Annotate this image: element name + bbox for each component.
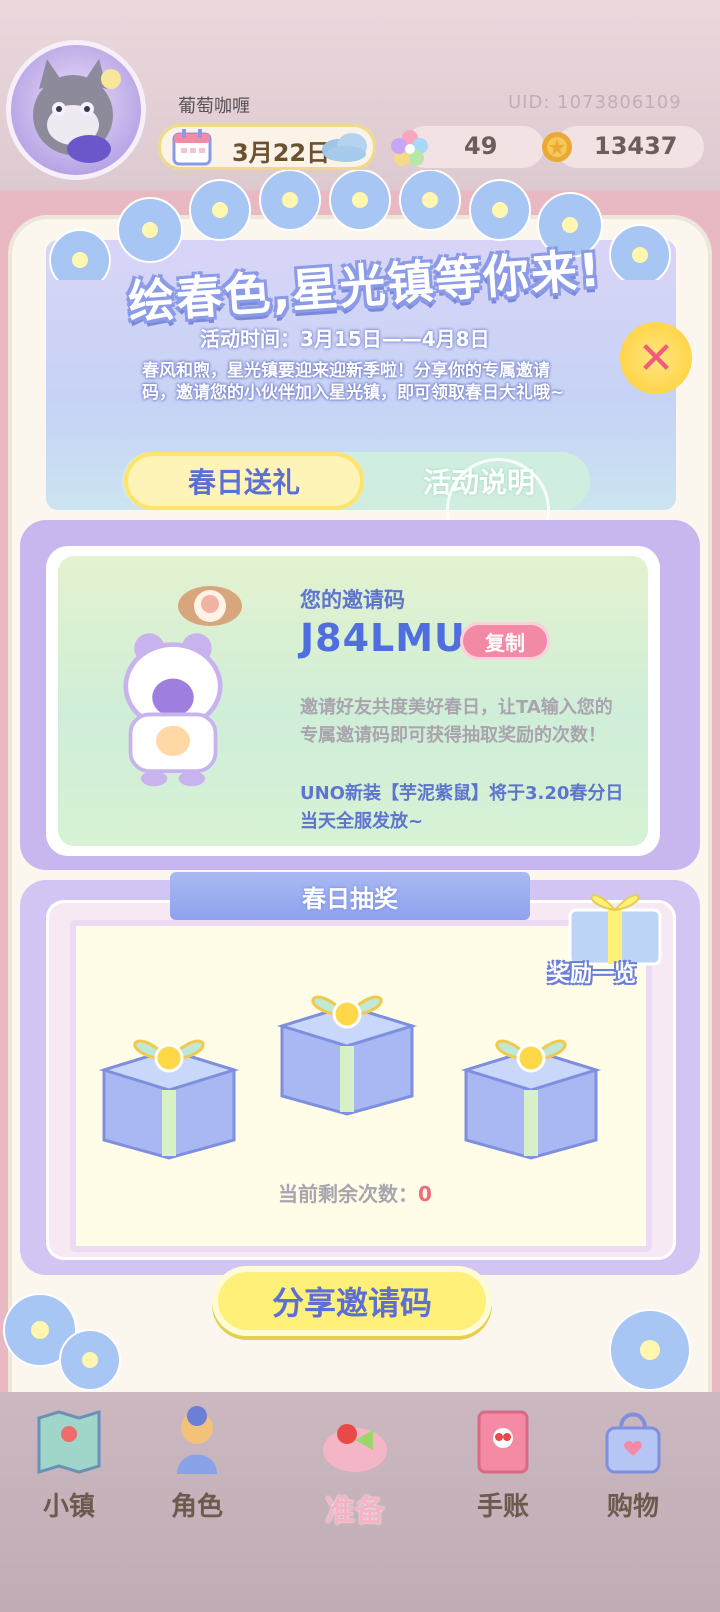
invite-code-label: 您的邀请码 [300, 588, 405, 612]
nav-character-label: 角色 [170, 1492, 223, 1522]
remaining-count: 0 [418, 1182, 432, 1206]
remaining-draws: 当前剩余次数：0 [70, 1178, 640, 1207]
nav-town-label: 小镇 [42, 1492, 95, 1522]
remaining-label: 当前剩余次数： [278, 1182, 419, 1206]
cloudy-weather-icon [322, 133, 367, 162]
nav-prepare-label: 准备 [325, 1494, 385, 1529]
event-intro: 春风和煦，星光镇要迎来迎新季啦！分享你的专属邀请码，邀请您的小伙伴加入星光镇，即… [142, 361, 565, 403]
gift-box-icon[interactable] [456, 1010, 606, 1160]
nav-journal[interactable]: 手账 [448, 1404, 558, 1534]
gem-count: 49 [464, 132, 498, 160]
player-uid[interactable]: UID: 1073806109 [508, 92, 682, 113]
invite-code: J84LMU [300, 616, 466, 660]
tab-spring-gift[interactable]: 春日送礼 [124, 452, 364, 510]
character-badge-icon [178, 586, 242, 626]
nav-journal-label: 手账 [476, 1492, 529, 1522]
calendar-icon [172, 129, 212, 166]
nav-shopping-label: 购物 [606, 1492, 659, 1522]
close-button[interactable]: ✕ [620, 322, 692, 394]
map-icon [37, 1409, 101, 1475]
nav-shopping[interactable]: 购物 [578, 1404, 688, 1534]
lottery-title: 春日抽奖 [170, 872, 530, 920]
journal-icon [477, 1410, 529, 1474]
gift-box-icon [568, 894, 662, 966]
character-icon [177, 1406, 217, 1474]
share-invite-code-button[interactable]: 分享邀请码 [212, 1266, 492, 1336]
nav-character[interactable]: 角色 [142, 1404, 252, 1534]
player-avatar[interactable] [6, 40, 146, 180]
gift-box-icon[interactable] [94, 1010, 244, 1160]
coin-count: 13437 [594, 132, 678, 160]
cat-avatar-icon [33, 59, 121, 163]
date-text: 3月22日 [232, 139, 331, 167]
flower-decoration-left [3, 1293, 121, 1391]
player-name: 葡萄咖喱 [178, 96, 250, 117]
shopping-bag-icon [605, 1412, 661, 1474]
invite-description: 邀请好友共度美好春日，让TA输入您的专属邀请码即可获得抽取奖励的次数！ [300, 697, 613, 746]
nav-town[interactable]: 小镇 [14, 1404, 124, 1534]
prepare-icon [323, 1424, 387, 1472]
close-icon: ✕ [637, 332, 675, 384]
event-time: 活动时间：3月15日——4月8日 [200, 327, 490, 351]
coin-icon [542, 132, 572, 162]
gift-box-icon[interactable] [272, 966, 422, 1116]
purple-mouse-mascot-icon [123, 633, 223, 787]
flower-gem-icon [391, 130, 428, 166]
invite-notice: UNO新装【芋泥紫鼠】将于3.20春分日当天全服发放~ [300, 783, 624, 832]
copy-button[interactable]: 复制 [460, 622, 550, 660]
flower-decoration-right [609, 1309, 691, 1391]
reward-list-label[interactable]: 奖励一览 [548, 956, 636, 988]
nav-prepare[interactable]: 准备 [300, 1404, 410, 1534]
